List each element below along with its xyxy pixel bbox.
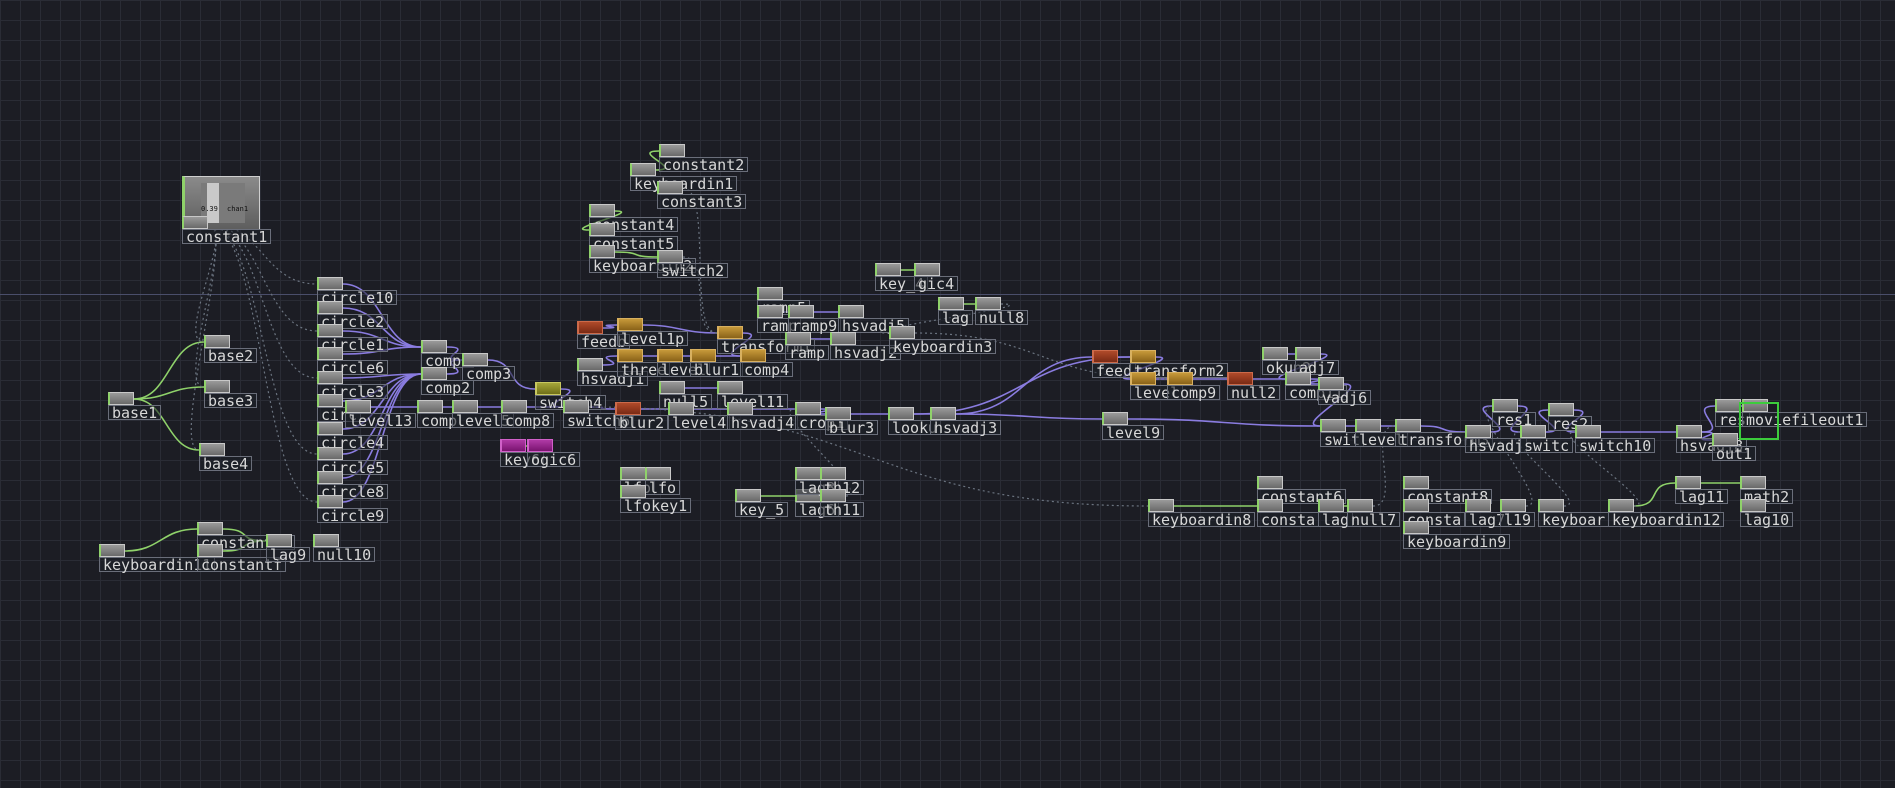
node-label: comp8 xyxy=(501,413,555,429)
node-label: lfo xyxy=(645,480,681,496)
wire-layer xyxy=(124,150,1751,552)
node-label: lag9 xyxy=(266,547,311,563)
node-label: null7 xyxy=(1347,512,1401,528)
node-label: constant1 xyxy=(182,229,272,245)
node-label: lag xyxy=(938,310,974,326)
node-label: null8 xyxy=(975,310,1029,326)
node-label: switch2 xyxy=(657,263,729,279)
node-label: keyboar xyxy=(1538,512,1610,528)
node-label: comp9 xyxy=(1167,385,1221,401)
node-label: hsvadj3 xyxy=(930,420,1002,436)
node-label: keyboardin1 xyxy=(630,176,738,192)
node-label: base4 xyxy=(199,456,253,472)
wire xyxy=(602,324,618,329)
node-label: keyboardin9 xyxy=(1403,534,1511,550)
node-label: constant2 xyxy=(659,157,749,173)
node-label: level13 xyxy=(345,413,417,429)
node-label: vadj6 xyxy=(1318,390,1372,406)
node-label: null2 xyxy=(1227,385,1281,401)
node-label: lag11 xyxy=(1675,489,1729,505)
node-label: circle9 xyxy=(317,508,389,524)
viewer-bar xyxy=(207,183,219,223)
viewer-channel: chan1 xyxy=(227,205,249,213)
viewer-value: 0.39 xyxy=(201,205,218,213)
node-label: base1 xyxy=(108,405,162,421)
node-label: comp3 xyxy=(462,366,516,382)
wire xyxy=(1701,405,1716,433)
node-label: l19 xyxy=(1500,512,1536,528)
node-label: blur3 xyxy=(825,420,879,436)
node-label: blur2 xyxy=(615,415,669,431)
selected-node-highlight[interactable] xyxy=(1739,402,1779,440)
chop-wire xyxy=(133,341,205,400)
node-label: keyboardin3 xyxy=(889,339,997,355)
node-label: null10 xyxy=(313,547,376,563)
node-label: out1 xyxy=(1712,446,1757,462)
node-label: level1p xyxy=(617,331,689,347)
node-label: ramp xyxy=(785,345,830,361)
node-label: gic4 xyxy=(914,276,959,292)
node-label: comp4 xyxy=(740,362,794,378)
wire xyxy=(1633,482,1676,507)
wire xyxy=(602,355,618,366)
node-label: keyboardin12 xyxy=(1608,512,1725,528)
node-label: key_5 xyxy=(735,502,789,518)
node-label: switch10 xyxy=(1575,438,1656,454)
node-label: hsvadj4 xyxy=(727,415,799,431)
network-editor-canvas[interactable]: 0.39 chan1 constant1 base1 base2 base3 base4… xyxy=(0,0,1895,788)
node-label: blur1 xyxy=(690,362,744,378)
node-label: level9 xyxy=(1102,425,1165,441)
node-label: base2 xyxy=(204,348,258,364)
node-label: th11 xyxy=(820,502,865,518)
node-label: constant3 xyxy=(657,194,747,210)
node-label: ramp9 xyxy=(788,318,842,334)
node-label: hsvadj xyxy=(1465,438,1528,454)
node-label: keyboardin8 xyxy=(1148,512,1256,528)
wire xyxy=(124,528,198,552)
node-label: ogic6 xyxy=(527,452,581,468)
node-label: level4 xyxy=(668,415,731,431)
node-label: consta xyxy=(1257,512,1320,528)
node-label: lfokey1 xyxy=(620,498,692,514)
node-label: lag10 xyxy=(1740,512,1794,528)
node-label: switc xyxy=(1520,438,1574,454)
node-label: base3 xyxy=(204,393,258,409)
